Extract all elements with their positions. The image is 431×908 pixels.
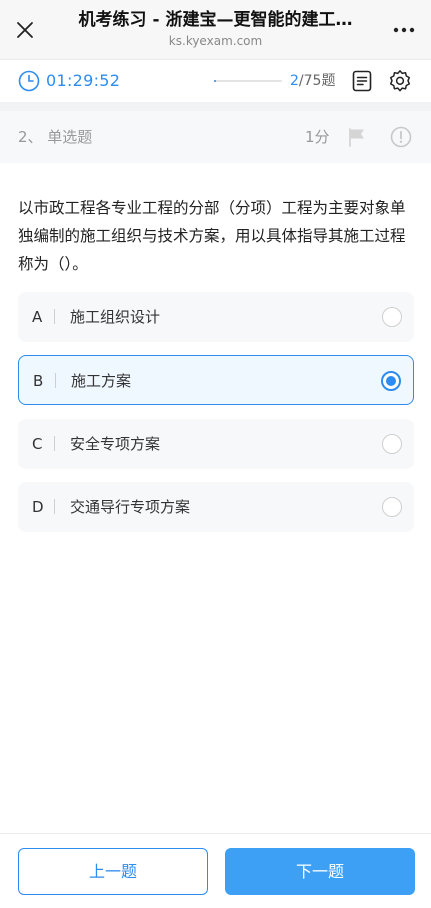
more-dots-icon[interactable] [391,22,417,38]
radio-icon[interactable] [382,307,402,327]
close-icon[interactable] [14,19,36,41]
answer-sheet-icon[interactable] [352,70,372,92]
option-text: 安全专项方案 [70,435,161,453]
option-text: 施工方案 [71,372,132,390]
report-error-icon[interactable] [390,126,412,148]
section-divider [0,102,431,111]
option-text: 交通导行专项方案 [70,498,191,516]
option-d[interactable]: D 交通导行专项方案 [18,482,414,532]
clock-icon [18,70,40,92]
option-separator [54,499,55,514]
option-separator [55,373,56,388]
option-b[interactable]: B 施工方案 [18,355,414,405]
option-letter: D [32,498,44,516]
page-url: ks.kyexam.com [168,34,263,48]
progress-bar-fill [214,80,216,82]
countdown-timer: 01:29:52 [46,71,121,90]
exam-status-bar: 01:29:52 2/75题 [0,60,431,102]
option-text: 施工组织设计 [70,308,161,326]
gear-icon[interactable] [388,69,412,93]
option-letter: C [32,435,43,453]
previous-question-button[interactable]: 上一题 [18,848,208,895]
question-stem: 以市政工程各专业工程的分部（分项）工程为主要对象单独编制的施工组织与技术方案，用… [18,199,406,273]
progress-count: 2/75题 [290,72,335,90]
navbar-title-block: 机考练习 - 浙建宝—更智能的建工… ks.kyexam.com [56,8,375,49]
option-separator [54,436,55,451]
progress-bar [214,80,282,82]
question-type-label: 2、 单选题 [18,128,93,146]
question-score: 1分 [305,128,330,146]
option-separator [54,309,55,324]
option-letter: A [32,308,43,326]
radio-checked-icon[interactable] [381,371,401,391]
radio-icon[interactable] [382,434,402,454]
page-title: 机考练习 - 浙建宝—更智能的建工… [78,10,353,30]
progress-current: 2 [290,73,299,89]
option-a[interactable]: A 施工组织设计 [18,292,414,342]
question-header: 2、 单选题 1分 [0,111,431,163]
option-c[interactable]: C 安全专项方案 [18,419,414,469]
progress-total: /75题 [298,73,336,89]
radio-icon[interactable] [382,497,402,517]
next-question-button[interactable]: 下一题 [225,848,415,895]
option-letter: B [33,372,44,390]
flag-icon[interactable] [347,127,367,147]
top-navbar: 机考练习 - 浙建宝—更智能的建工… ks.kyexam.com [0,0,431,60]
bottom-action-bar: 上一题 下一题 [0,833,431,908]
